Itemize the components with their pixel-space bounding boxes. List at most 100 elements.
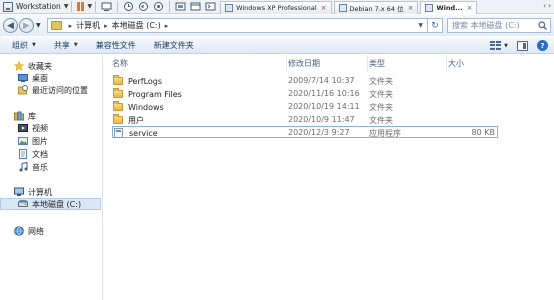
manage-snapshots-icon[interactable] — [153, 1, 164, 12]
nav-label: 视频 — [32, 123, 48, 133]
file-modified: 2020/12/3 9:27 — [288, 128, 350, 137]
nav-local-disk[interactable]: 本地磁盘 (C:) — [0, 198, 101, 210]
chevron-down-icon: ▼ — [73, 42, 78, 48]
column-label: 名称 — [112, 58, 128, 68]
nav-pictures[interactable]: 图片 — [0, 135, 48, 147]
tab-label: Debian 7.x 64 位 — [349, 5, 404, 13]
chevron-right-icon[interactable]: ▸ — [69, 22, 73, 30]
picture-icon — [18, 137, 28, 145]
file-modified: 2020/10/9 11:47 — [288, 115, 355, 124]
column-header-name[interactable]: 名称 — [112, 55, 287, 71]
nav-computer[interactable]: 计算机 — [0, 186, 52, 198]
workstation-menu[interactable]: Workstation ▼ — [3, 1, 68, 13]
organize-menu[interactable]: 组织 ▼ — [12, 40, 36, 51]
toolbar-divider — [95, 1, 97, 12]
breadcrumb-local-disk[interactable]: 本地磁盘 (C:) — [112, 20, 161, 31]
file-name: PerfLogs — [128, 76, 163, 86]
nav-videos[interactable]: 视频 — [0, 122, 48, 134]
pause-icon[interactable] — [77, 2, 85, 11]
nav-network[interactable]: 网络 — [0, 225, 44, 237]
nav-documents[interactable]: 文档 — [0, 148, 48, 160]
table-row[interactable]: Windows 2020/10/19 14:11 文件夹 — [112, 101, 498, 113]
chevron-right-icon[interactable]: ▸ — [104, 22, 108, 30]
nav-desktop[interactable]: 桌面 — [0, 72, 48, 84]
nav-label: 文档 — [32, 149, 48, 159]
breadcrumb-computer[interactable]: 计算机 — [76, 20, 100, 31]
computer-icon — [14, 187, 24, 196]
toolbar-divider — [117, 1, 119, 12]
tab-debian[interactable]: Debian 7.x 64 位 × — [333, 1, 419, 14]
file-type: 文件夹 — [369, 90, 393, 99]
hard-drive-icon — [18, 200, 28, 207]
chevron-right-icon[interactable]: ▸ — [165, 22, 169, 30]
close-icon[interactable]: × — [467, 4, 473, 12]
file-name-cell: 用户 — [113, 114, 144, 126]
column-header-size[interactable]: 大小 — [448, 55, 503, 71]
file-modified: 2020/10/19 14:11 — [288, 102, 360, 111]
table-row[interactable]: PerfLogs 2009/7/14 10:37 文件夹 — [112, 75, 498, 87]
close-icon[interactable]: × — [408, 4, 414, 12]
tab-label: Windows XP Professional — [236, 4, 317, 12]
column-header-modified[interactable]: 修改日期 — [288, 55, 368, 71]
share-label: 共享 — [53, 40, 70, 50]
recent-pages-dropdown[interactable]: ▼ — [36, 22, 41, 29]
preview-pane-icon[interactable] — [517, 40, 528, 51]
nav-libraries[interactable]: 库 — [0, 110, 36, 122]
close-icon[interactable]: × — [321, 4, 327, 12]
back-button[interactable]: ◀ — [3, 18, 18, 33]
fullscreen-icon[interactable] — [175, 1, 186, 12]
toolbar-divider — [71, 1, 73, 12]
file-name: Windows — [128, 102, 164, 112]
unity-icon[interactable] — [190, 1, 201, 12]
snapshot-icon[interactable] — [123, 1, 134, 12]
network-icon — [14, 226, 24, 236]
help-icon[interactable]: ? — [537, 40, 548, 51]
folder-icon — [50, 21, 62, 30]
vm-icon — [225, 4, 234, 12]
change-view-icon[interactable] — [490, 40, 502, 51]
nav-label: 本地磁盘 (C:) — [32, 199, 82, 209]
share-menu[interactable]: 共享 ▼ — [54, 40, 78, 51]
tab-windows-xp[interactable]: Windows XP Professional × — [220, 1, 332, 14]
library-icon[interactable] — [101, 1, 112, 12]
nav-music[interactable]: 音乐 — [0, 161, 48, 173]
column-header-type[interactable]: 类型 — [369, 55, 447, 71]
command-bar: 组织 ▼ 共享 ▼ 兼容性文件 新建文件夹 ▼ ? — [0, 36, 554, 54]
navigation-pane: 收藏夹 桌面 最近访问的位置 库 视频 图片 文档 音乐 计算机 本地磁盘 (C… — [0, 55, 103, 300]
address-bar[interactable]: ▸ 计算机 ▸ 本地磁盘 (C:) ▸ ▼ — [46, 18, 428, 33]
nav-label: 库 — [28, 111, 36, 121]
tab-label: Wind... — [436, 4, 463, 12]
desktop-icon — [18, 74, 28, 82]
chevron-down-icon: ▼ — [63, 3, 69, 10]
nav-label: 桌面 — [32, 73, 48, 83]
chevron-down-icon[interactable]: ▼ — [87, 3, 92, 10]
music-icon — [19, 162, 28, 172]
folder-icon — [113, 88, 123, 98]
table-row[interactable]: 用户 2020/10/9 11:47 文件夹 — [112, 114, 498, 126]
refresh-button[interactable]: ↻ — [428, 18, 443, 33]
tab-windows-active[interactable]: Wind... × — [420, 1, 478, 14]
file-type: 应用程序 — [369, 129, 401, 138]
console-view-icon[interactable] — [205, 1, 216, 12]
file-size: 80 KB — [471, 128, 495, 137]
chevron-down-icon[interactable]: ▼ — [504, 43, 508, 49]
address-history-dropdown[interactable]: ▼ — [418, 22, 423, 29]
search-input[interactable]: 搜索 本地磁盘 (C:) — [447, 18, 551, 33]
tab-list-chevron-icon[interactable]: ‹ › — [543, 2, 551, 10]
organize-label: 组织 — [12, 40, 28, 50]
table-row[interactable]: Program Files 2020/11/16 10:16 文件夹 — [112, 88, 498, 100]
column-label: 大小 — [448, 58, 464, 68]
nav-label: 最近访问的位置 — [32, 85, 88, 95]
compat-files-button[interactable]: 兼容性文件 — [96, 40, 136, 51]
nav-label: 收藏夹 — [28, 61, 52, 71]
document-icon — [19, 149, 27, 159]
forward-button[interactable]: ▶ — [19, 18, 34, 33]
file-name: 用户 — [128, 115, 144, 125]
file-type: 文件夹 — [369, 116, 393, 125]
nav-favorites[interactable]: 收藏夹 — [0, 60, 52, 72]
nav-recent-places[interactable]: 最近访问的位置 — [0, 84, 88, 96]
new-folder-button[interactable]: 新建文件夹 — [154, 40, 194, 51]
nav-label: 音乐 — [32, 162, 48, 172]
table-row[interactable]: service 2020/12/3 9:27 应用程序 80 KB — [112, 126, 498, 138]
revert-snapshot-icon[interactable] — [138, 1, 149, 12]
